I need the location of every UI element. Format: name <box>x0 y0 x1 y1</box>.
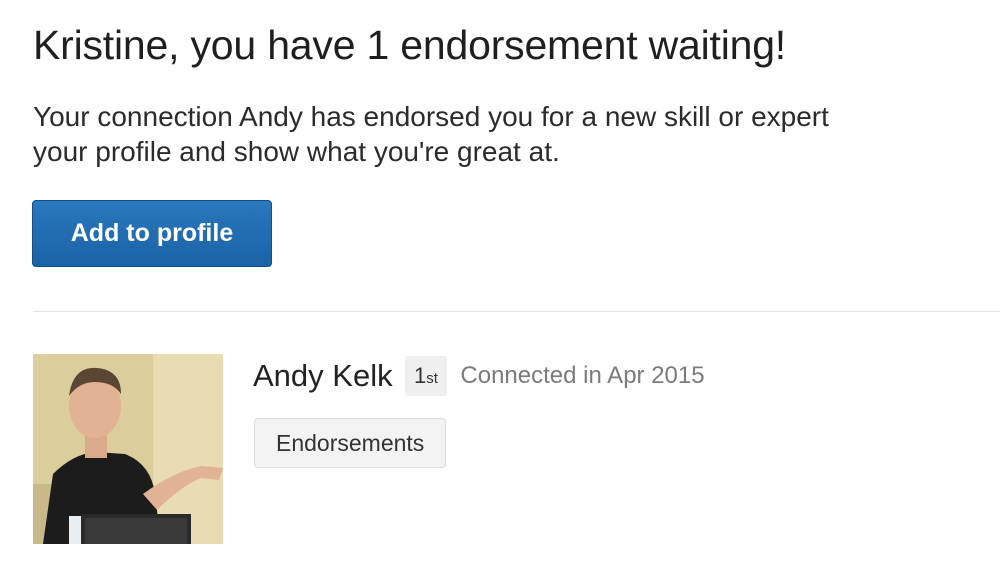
notification-message: Your connection Andy has endorsed you fo… <box>33 99 1000 169</box>
person-photo-icon <box>33 354 223 544</box>
connection-degree-badge: 1st <box>405 356 447 396</box>
endorser-info-row: Andy Kelk 1st Connected in Apr 2015 <box>253 356 705 400</box>
notification-message-line-2: your profile and show what you're great … <box>33 136 560 167</box>
add-to-profile-button[interactable]: Add to profile <box>32 200 272 267</box>
endorser-name-link[interactable]: Andy Kelk <box>253 358 393 394</box>
endorser-avatar[interactable] <box>33 354 223 544</box>
connected-since-text: Connected in Apr 2015 <box>460 362 705 389</box>
notification-message-line-1: Your connection Andy has endorsed you fo… <box>33 101 829 132</box>
endorsement-notification-page: Kristine, you have 1 endorsement waiting… <box>0 0 1000 586</box>
connection-degree-suffix: st <box>426 370 438 387</box>
section-divider <box>33 311 1000 312</box>
notification-headline: Kristine, you have 1 endorsement waiting… <box>33 22 787 68</box>
connection-degree-number: 1 <box>414 363 427 388</box>
endorsements-button[interactable]: Endorsements <box>254 418 447 468</box>
